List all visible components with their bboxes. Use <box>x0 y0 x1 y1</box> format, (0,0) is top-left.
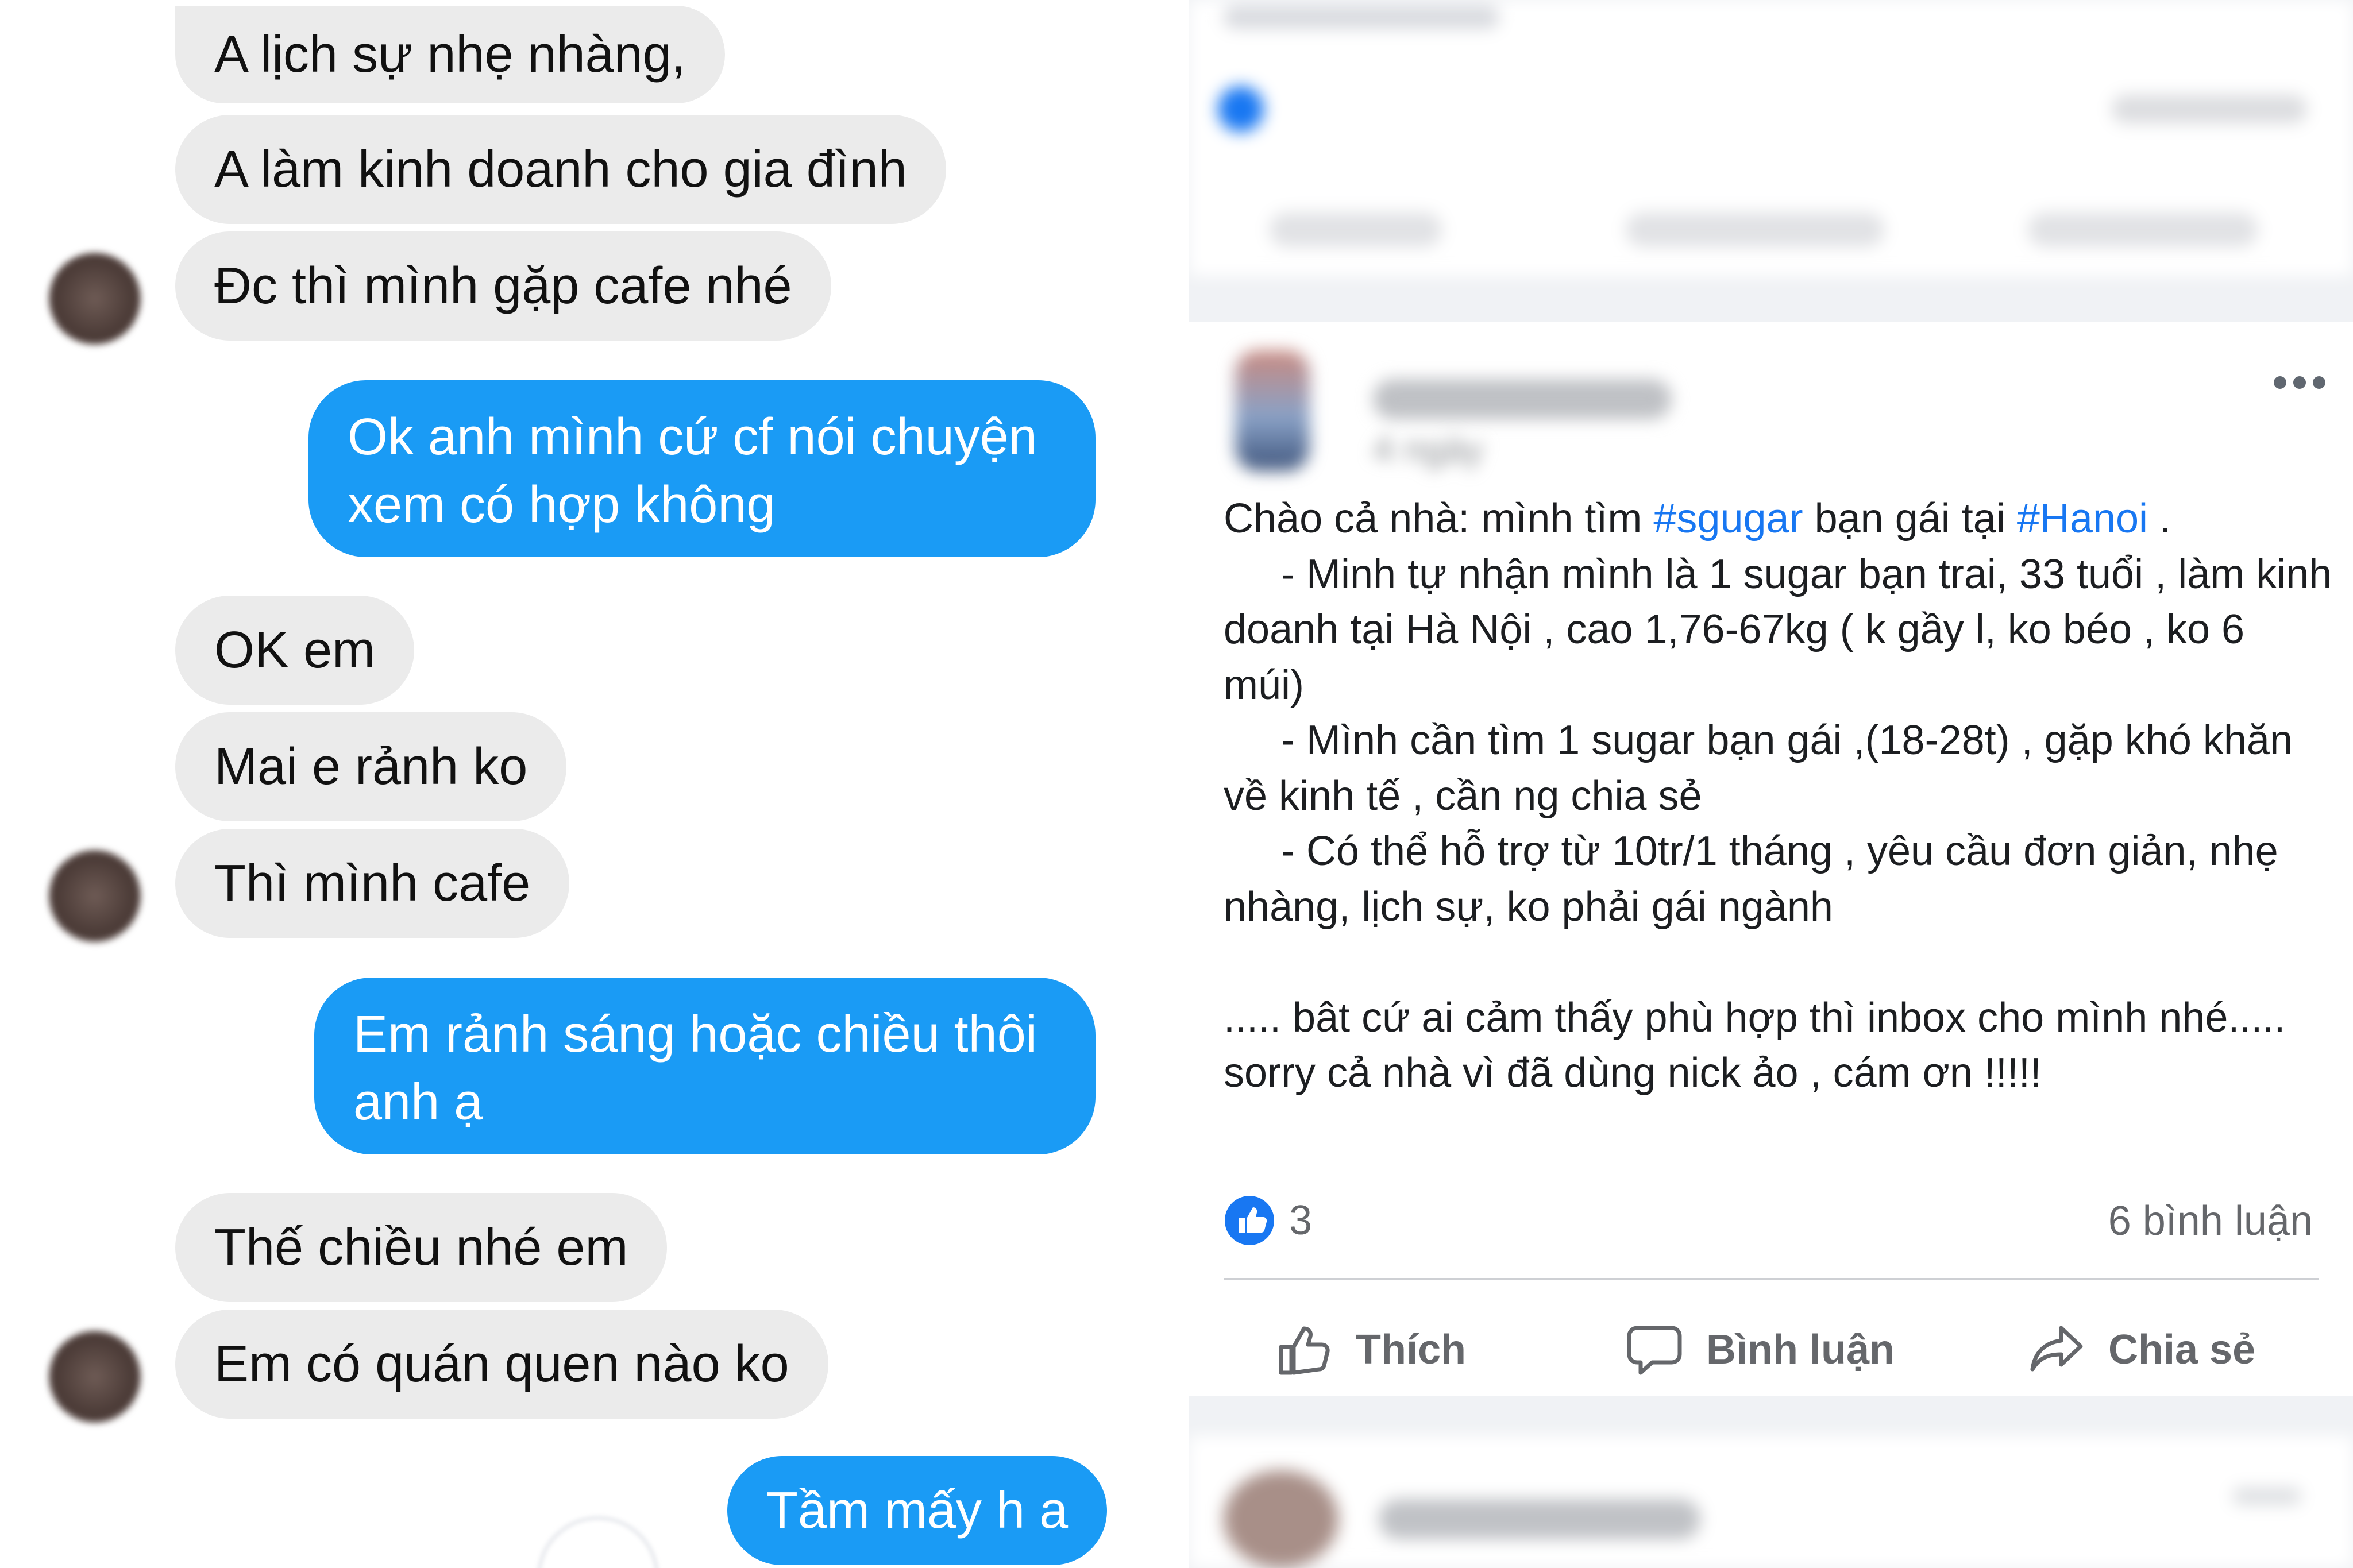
incoming-message[interactable]: Em có quán quen nào ko <box>175 1310 828 1419</box>
share-button[interactable]: Chia sẻ <box>2028 1307 2255 1393</box>
facebook-feed: 4 ngày Chào cả nhà: mình tìm #sgugar bạn… <box>1189 0 2353 1568</box>
like-button[interactable]: Thích <box>1275 1307 1466 1393</box>
share-arrow-icon <box>2030 1326 2083 1372</box>
comment-count[interactable]: 6 bình luận <box>2108 1198 2313 1245</box>
divider <box>1224 1278 2319 1280</box>
contact-avatar[interactable] <box>49 253 141 345</box>
post-line: ..... bât cứ ai cảm thấy phù hợp thì inb… <box>1224 994 2297 1096</box>
speech-bubble-icon <box>1627 1326 1682 1375</box>
messenger-chat: A lịch sự nhẹ nhàng, A làm kinh doanh ch… <box>0 0 1183 1568</box>
contact-avatar[interactable] <box>49 1331 141 1423</box>
outgoing-message[interactable]: Ok anh mình cứ cf nói chuyện xem có hợp … <box>308 380 1096 557</box>
reactions-summary[interactable]: 3 <box>1224 1195 1312 1246</box>
post-line: - Mình cần tìm 1 sugar bạn gái ,(18-28t)… <box>1224 717 2305 819</box>
post-body: Chào cả nhà: mình tìm #sgugar bạn gái tạ… <box>1224 491 2332 1101</box>
incoming-message[interactable]: Thì mình cafe <box>175 829 570 938</box>
like-count: 3 <box>1289 1198 1313 1243</box>
author-name[interactable] <box>1373 379 1672 419</box>
thumbs-up-icon <box>1279 1326 1330 1375</box>
hashtag-link[interactable]: #Hanoi <box>2017 496 2148 542</box>
previous-post <box>1189 0 2353 276</box>
incoming-message[interactable]: OK em <box>175 596 415 705</box>
incoming-message[interactable]: Thế chiều nhé em <box>175 1193 668 1302</box>
more-dots-icon[interactable] <box>2274 376 2325 389</box>
outgoing-message[interactable]: Em rảnh sáng hoặc chiều thôi anh ạ <box>314 978 1096 1154</box>
read-receipt-avatar <box>537 1516 659 1568</box>
author-avatar[interactable] <box>1235 350 1310 471</box>
incoming-message[interactable]: A làm kinh doanh cho gia đình <box>175 115 946 224</box>
incoming-message[interactable]: Mai e rảnh ko <box>175 712 567 821</box>
incoming-message[interactable]: A lịch sự nhẹ nhàng, <box>175 6 725 103</box>
post-timestamp: 4 ngày <box>1373 428 1484 470</box>
like-reaction-icon <box>1225 1196 1274 1245</box>
hashtag-link[interactable]: #sgugar <box>1653 496 1803 542</box>
post-line <box>1224 934 2332 990</box>
outgoing-message[interactable]: Tầm mấy h a <box>727 1456 1108 1565</box>
post-line: Chào cả nhà: mình tìm #sgugar bạn gái tạ… <box>1224 496 2171 542</box>
comment-button[interactable]: Bình luận <box>1626 1307 1895 1393</box>
next-post <box>1189 1436 2353 1568</box>
incoming-message[interactable]: Đc thì mình gặp cafe nhé <box>175 231 831 341</box>
post-line: - Có thể hỗ trợ từ 10tr/1 tháng , yêu cầ… <box>1224 828 2290 930</box>
contact-avatar[interactable] <box>49 850 141 942</box>
post-line: - Minh tự nhận mình là 1 sugar bạn trai,… <box>1224 551 2332 708</box>
